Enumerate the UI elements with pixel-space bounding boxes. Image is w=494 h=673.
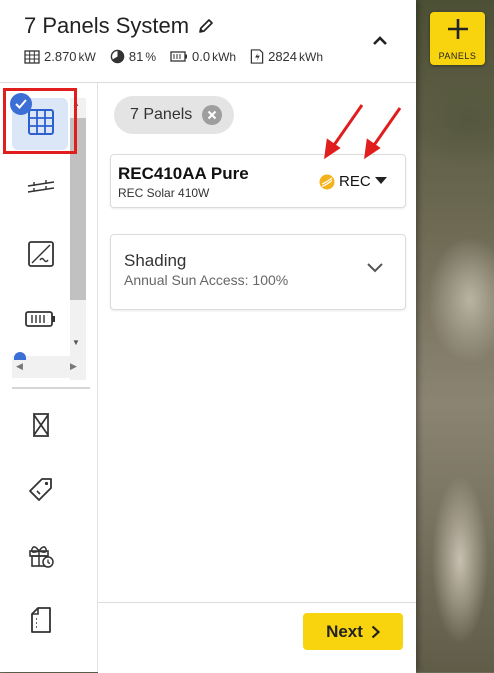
stat-battery: 0.0 kWh <box>170 49 236 64</box>
next-button-label: Next <box>326 621 363 641</box>
system-header: 7 Panels System 2.870 kW 81 % 0.0 kWh 28… <box>0 0 416 83</box>
stat-offset: 81 % <box>110 49 156 64</box>
system-title: 7 Panels System <box>24 13 190 38</box>
brand-badge: REC <box>319 173 371 190</box>
chevron-right-icon <box>371 625 380 638</box>
edit-pencil-icon[interactable] <box>197 17 215 35</box>
dropdown-arrow-icon[interactable] <box>375 177 387 185</box>
design-panel: 7 Panels System 2.870 kW 81 % 0.0 kWh 28… <box>0 0 416 673</box>
rail-item-battery[interactable] <box>19 297 63 341</box>
shading-title: Shading <box>124 251 187 270</box>
system-stats: 2.870 kW 81 % 0.0 kWh 2824 kWh <box>24 49 337 64</box>
inverter-icon <box>28 241 54 267</box>
rail-item-document[interactable] <box>19 598 63 642</box>
keepout-obstruction-icon <box>33 413 49 437</box>
rail-item-pricing[interactable] <box>19 468 63 512</box>
battery-storage-icon <box>25 311 55 327</box>
stat-power: 2.870 kW <box>24 49 96 64</box>
module-name: REC410AA Pure <box>118 164 249 183</box>
module-selector[interactable]: REC410AA Pure REC Solar 410W REC <box>110 154 406 208</box>
selection-chip-label: 7 Panels <box>130 106 193 123</box>
shading-section[interactable]: Shading Annual Sun Access: 100% <box>110 234 406 310</box>
document-icon <box>31 607 51 633</box>
price-tag-icon <box>29 478 52 501</box>
scroll-left-icon[interactable]: ◀ <box>16 361 23 372</box>
add-panels-button[interactable]: PANELS <box>430 12 485 65</box>
selection-chip: 7 Panels <box>114 96 234 134</box>
next-button[interactable]: Next <box>303 613 403 650</box>
gift-incentive-icon <box>29 546 54 568</box>
add-panels-label: PANELS <box>438 51 477 61</box>
rail-item-racking[interactable] <box>19 165 63 209</box>
rail-item-inverter[interactable] <box>19 232 63 276</box>
clear-selection-icon[interactable] <box>202 105 222 125</box>
brand-label: REC <box>339 173 371 190</box>
shading-subtitle: Annual Sun Access: 100% <box>124 272 289 288</box>
scroll-right-icon[interactable]: ▶ <box>70 361 77 372</box>
rec-logo-icon <box>319 174 335 189</box>
plus-icon <box>448 19 468 39</box>
rail-indicator-dot <box>14 352 26 360</box>
rail-divider <box>12 387 90 389</box>
module-subtitle: REC Solar 410W <box>118 186 210 200</box>
collapse-button[interactable] <box>366 28 394 52</box>
rail-item-keepout[interactable] <box>19 403 63 447</box>
panel-grid-icon <box>24 49 40 64</box>
highlight-annotation-box <box>3 88 77 154</box>
chevron-down-icon[interactable] <box>367 263 383 273</box>
stat-production: 2824 kWh <box>250 49 323 64</box>
chevron-up-icon <box>373 36 387 45</box>
energy-production-icon <box>250 49 264 64</box>
pie-offset-icon <box>110 49 125 64</box>
battery-icon <box>170 51 188 62</box>
rail-item-incentives[interactable] <box>19 533 63 577</box>
racking-rail-icon <box>27 180 55 193</box>
scroll-down-icon[interactable]: ▼ <box>72 338 80 347</box>
